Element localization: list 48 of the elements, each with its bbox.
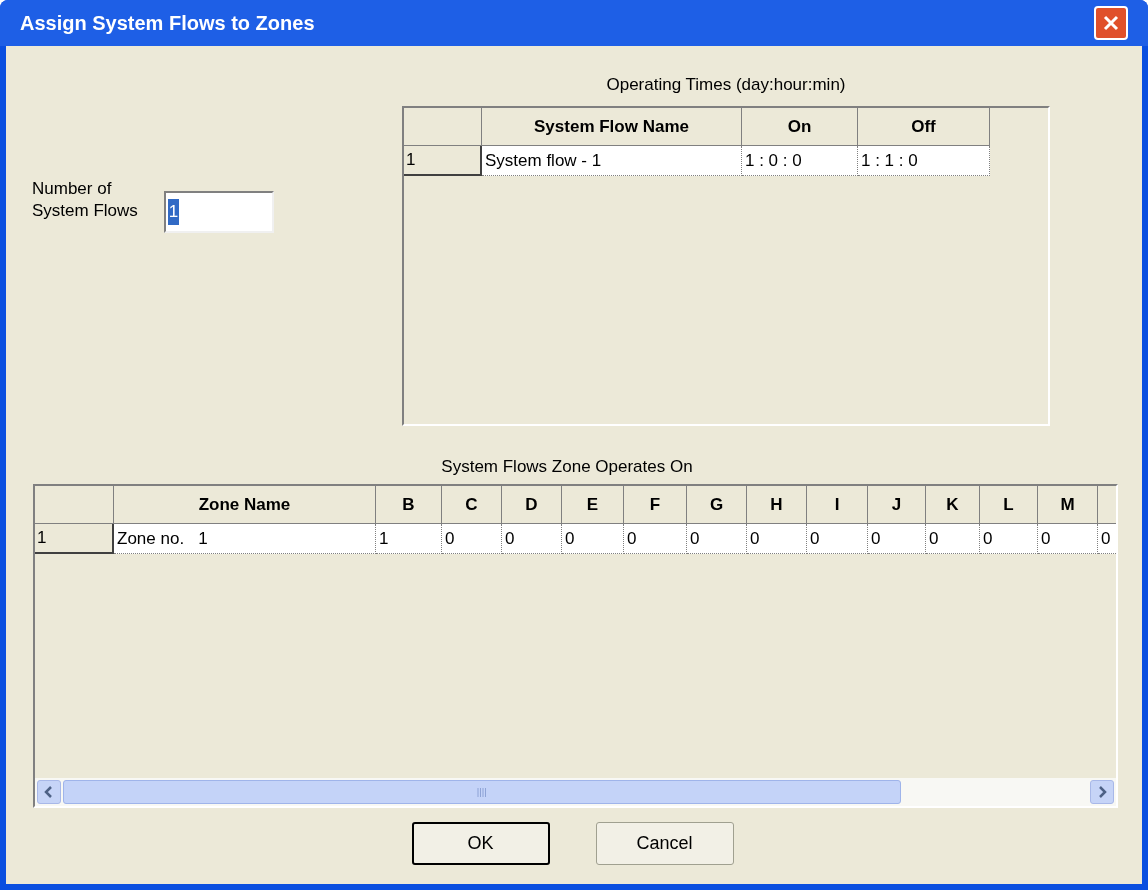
column-header: B — [376, 486, 442, 524]
column-header: I — [807, 486, 868, 524]
field-label: Number of System Flows — [32, 178, 138, 222]
table-cell[interactable]: 0 — [747, 524, 807, 554]
table-cell[interactable]: 0 — [1038, 524, 1098, 554]
chevron-left-icon — [44, 786, 54, 798]
column-header: L — [980, 486, 1038, 524]
chevron-right-icon — [1097, 786, 1107, 798]
table-cell[interactable]: 0 — [562, 524, 624, 554]
column-header: On — [742, 108, 858, 146]
dialog-button[interactable]: Cancel — [595, 822, 734, 865]
close-icon — [1102, 14, 1120, 32]
table-cell[interactable]: 0 — [807, 524, 868, 554]
table-cell[interactable]: System flow - 1 — [482, 146, 742, 176]
table-cell[interactable]: 0 — [1098, 524, 1116, 554]
column-header: System Flow Name — [482, 108, 742, 146]
column-header: F — [624, 486, 687, 524]
table-cell[interactable]: 0 — [926, 524, 980, 554]
scroll-right-button[interactable] — [1090, 780, 1114, 804]
column-header: D — [502, 486, 562, 524]
input-field[interactable]: 1 — [163, 191, 274, 233]
grip-icon — [477, 787, 487, 797]
table-cell[interactable]: 0 — [687, 524, 747, 554]
scroll-thumb[interactable] — [63, 780, 901, 804]
column-header: M — [1038, 486, 1098, 524]
table-cell[interactable]: 0 — [624, 524, 687, 554]
table-cell[interactable]: 1 : 0 : 0 — [742, 146, 858, 176]
table-cell[interactable]: Zone no. 1 — [114, 524, 376, 554]
window-title: Assign System Flows to Zones — [20, 11, 315, 36]
table-cell[interactable]: 0 — [442, 524, 502, 554]
column-header: K — [926, 486, 980, 524]
table-cell[interactable]: 1 — [376, 524, 442, 554]
close-button[interactable] — [1094, 6, 1128, 40]
dialog-button[interactable]: OK — [411, 822, 550, 865]
grid-title: Operating Times (day:hour:min) — [605, 74, 847, 96]
grid-title: System Flows Zone Operates On — [441, 456, 693, 478]
table-cell[interactable]: 0 — [502, 524, 562, 554]
table-cell[interactable]: 0 — [980, 524, 1038, 554]
table-cell[interactable]: 1 : 1 : 0 — [858, 146, 990, 176]
scroll-left-button[interactable] — [37, 780, 61, 804]
column-header: E — [562, 486, 624, 524]
column-header: J — [868, 486, 926, 524]
column-header: G — [687, 486, 747, 524]
column-header: Zone Name — [114, 486, 376, 524]
table-cell[interactable]: 0 — [868, 524, 926, 554]
column-header: H — [747, 486, 807, 524]
column-header: Off — [858, 108, 990, 146]
column-header: C — [442, 486, 502, 524]
